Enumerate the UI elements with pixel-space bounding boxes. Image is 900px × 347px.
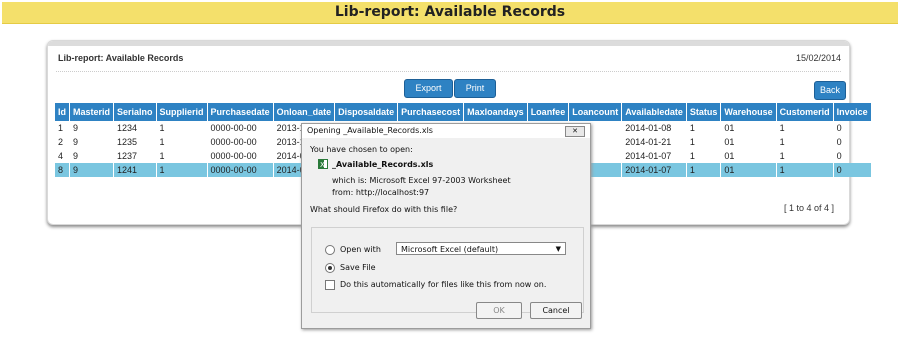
table-cell: 1241 [113,163,157,177]
table-cell: 1235 [113,135,157,149]
column-header: Customerid [776,103,834,121]
column-header: Onloan_date [273,103,336,121]
question-label: What should Firefox do with this file? [310,205,458,214]
column-header: Loancount [568,103,623,121]
print-button[interactable]: Print [454,79,496,98]
table-cell: 1234 [113,121,157,135]
dialog-title: Opening _Available_Records.xls [307,126,433,135]
save-file-radio[interactable] [325,263,335,273]
table-cell: 0 [833,121,872,135]
table-cell: 8 [55,163,70,177]
table-header-row: Id Masterid Serialno Supplierid Purchasedate… [55,103,872,121]
column-header: Invoice [833,103,872,121]
cancel-button[interactable]: Cancel [530,302,582,319]
table-cell: 1 [55,121,70,135]
column-header: Serialno [113,103,157,121]
table-cell: 2014-01-07 [621,163,687,177]
column-header: Maxloandays [463,103,528,121]
column-header: Masterid [69,103,115,121]
open-with-label: Open with [340,245,381,254]
table-cell: 01 [720,135,777,149]
column-header: Warehouse [720,103,777,121]
column-header: Purchasecost [397,103,465,121]
file-source: from: http://localhost:97 [332,188,430,197]
file-name: _Available_Records.xls [332,160,434,169]
divider [56,71,841,72]
table-cell: 1 [776,163,834,177]
file-type: which is: Microsoft Excel 97-2003 Worksh… [332,176,511,185]
table-cell: 1 [686,163,722,177]
ok-button[interactable]: OK [476,302,522,319]
table-cell: 1237 [113,149,157,163]
report-date: 15/02/2014 [795,53,841,63]
table-cell: 1 [686,135,722,149]
table-cell: 1 [776,135,834,149]
table-cell: 2014-01-21 [621,135,687,149]
panel-top-bar [48,41,849,46]
column-header: Supplierid [156,103,208,121]
table-cell: 9 [69,121,115,135]
page-header-title: Lib-report: Available Records [2,2,898,24]
table-cell: 1 [776,149,834,163]
dialog-title-bar: Opening _Available_Records.xls ✕ [302,124,590,138]
column-header: Purchasedate [207,103,274,121]
table-cell: 01 [720,121,777,135]
open-with-app: Microsoft Excel (default) [401,245,499,254]
table-cell: 01 [720,149,777,163]
chosen-label: You have chosen to open: [310,145,413,154]
table-cell: 4 [55,149,70,163]
table-cell: 0000-00-00 [207,135,274,149]
table-cell: 0 [833,163,872,177]
table-cell: 9 [69,163,115,177]
auto-checkbox[interactable] [325,280,335,290]
download-dialog: Opening _Available_Records.xls ✕ You hav… [301,123,591,329]
table-cell: 01 [720,163,777,177]
table-cell: 1 [156,163,208,177]
table-cell: 1 [156,135,208,149]
table-cell: 1 [686,121,722,135]
column-header: Availabledate [621,103,687,121]
back-button[interactable]: Back [814,81,846,100]
svg-text:X: X [320,161,325,169]
column-header: Loanfee [527,103,570,121]
chevron-down-icon: ▼ [555,245,561,253]
table-cell: 9 [69,135,115,149]
table-cell: 1 [156,149,208,163]
export-button[interactable]: Export [404,79,453,98]
table-cell: 1 [686,149,722,163]
column-header: Id [55,103,70,121]
table-cell: 2014-01-07 [621,149,687,163]
table-cell: 9 [69,149,115,163]
table-cell: 1 [156,121,208,135]
pagination-info: [ 1 to 4 of 4 ] [783,203,834,213]
auto-label: Do this automatically for files like thi… [340,280,547,289]
table-cell: 0 [833,149,872,163]
table-cell: 0000-00-00 [207,121,274,135]
table-cell: 0 [833,135,872,149]
table-cell: 2014-01-08 [621,121,687,135]
excel-file-icon: X [318,159,328,171]
panel-title: Lib-report: Available Records [58,53,184,63]
table-cell: 0000-00-00 [207,149,274,163]
column-header: Status [686,103,722,121]
open-with-radio[interactable] [325,245,335,255]
column-header: Disposaldate [334,103,399,121]
table-cell: 1 [776,121,834,135]
close-icon[interactable]: ✕ [565,126,585,137]
table-cell: 0000-00-00 [207,163,274,177]
table-cell: 2 [55,135,70,149]
save-file-label: Save File [340,263,376,272]
open-with-select[interactable]: Microsoft Excel (default) ▼ [396,242,566,255]
